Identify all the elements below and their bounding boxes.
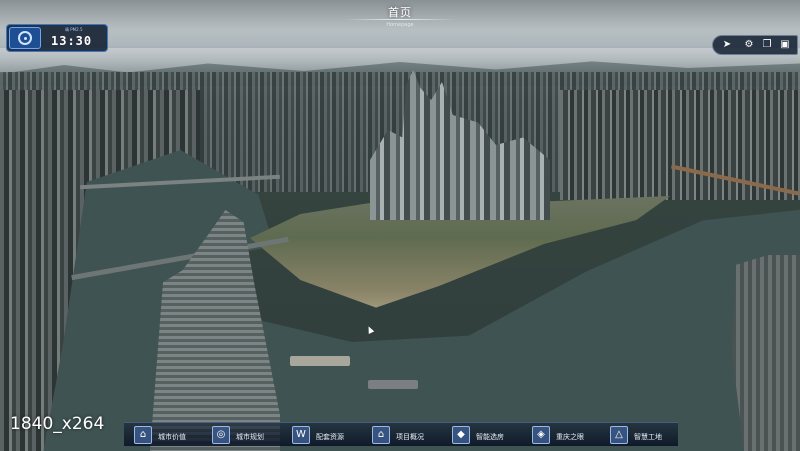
nav-item-resources[interactable]: W 配套资源 [286, 423, 366, 447]
resources-icon: W [292, 426, 310, 444]
bottom-nav: ⌂ 城市价值 ◎ 城市规划 W 配套资源 ⌂ 项目概况 ◆ 智能选房 ◈ 重庆之… [124, 422, 678, 446]
send-icon[interactable]: ➤ [721, 39, 733, 51]
copy-icon[interactable]: ❐ [761, 39, 773, 51]
aerial-city-view[interactable] [0, 0, 800, 451]
resolution-overlay: 1840_x264 [10, 414, 105, 434]
eye-icon: ◈ [532, 426, 550, 444]
page-subtitle: Homepage [386, 22, 414, 28]
clock-time: 13:30 [51, 34, 93, 48]
nav-label: 城市价值 [158, 433, 186, 441]
window-icon[interactable]: ▣ [779, 39, 791, 51]
nav-label: 项目概况 [396, 433, 424, 441]
boat [368, 380, 418, 389]
nav-item-house-select[interactable]: ◆ 智能选房 [446, 423, 526, 447]
compass-icon [18, 31, 32, 45]
nav-item-city-value[interactable]: ⌂ 城市价值 [128, 423, 208, 447]
city-plan-icon: ◎ [212, 426, 230, 444]
nav-label: 配套资源 [316, 433, 344, 441]
page-title: 首页 [388, 6, 412, 19]
city-value-icon: ⌂ [134, 426, 152, 444]
nav-label: 智能选房 [476, 433, 504, 441]
nav-label: 重庆之眼 [556, 433, 584, 441]
boat [290, 356, 350, 366]
nav-item-eye[interactable]: ◈ 重庆之眼 [526, 423, 606, 447]
title-underline [344, 19, 456, 20]
nav-label: 智慧工地 [634, 433, 662, 441]
top-right-toolbar: ➤ ⚙ ❐ ▣ [712, 35, 798, 55]
nav-item-worksite[interactable]: △ 智慧工地 [604, 423, 684, 447]
compass-button[interactable] [9, 27, 41, 49]
worksite-icon: △ [610, 426, 628, 444]
nav-item-project[interactable]: ⌂ 项目概况 [366, 423, 446, 447]
weather-text: 晴 PM2.5 [65, 27, 83, 32]
nav-label: 城市规划 [236, 433, 264, 441]
nav-item-city-plan[interactable]: ◎ 城市规划 [206, 423, 286, 447]
clock-panel: 晴 PM2.5 13:30 [6, 24, 108, 52]
project-icon: ⌂ [372, 426, 390, 444]
house-select-icon: ◆ [452, 426, 470, 444]
gear-icon[interactable]: ⚙ [743, 39, 755, 51]
